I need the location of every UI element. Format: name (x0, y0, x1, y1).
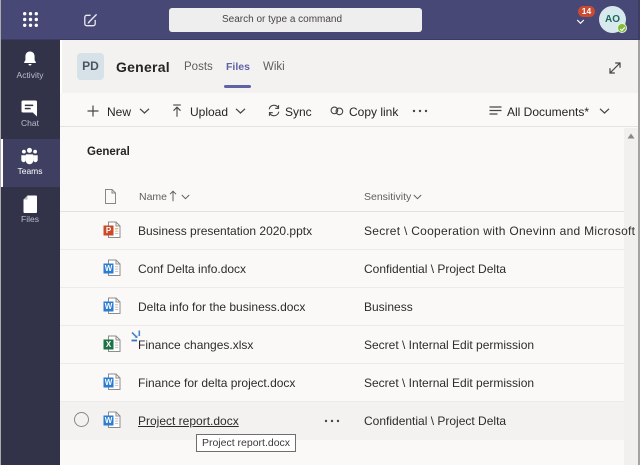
svg-text:W: W (105, 378, 113, 387)
svg-text:X: X (106, 340, 112, 349)
svg-text:P: P (106, 226, 112, 235)
svg-text:W: W (105, 302, 113, 311)
svg-text:W: W (105, 264, 113, 273)
svg-text:W: W (105, 416, 113, 425)
